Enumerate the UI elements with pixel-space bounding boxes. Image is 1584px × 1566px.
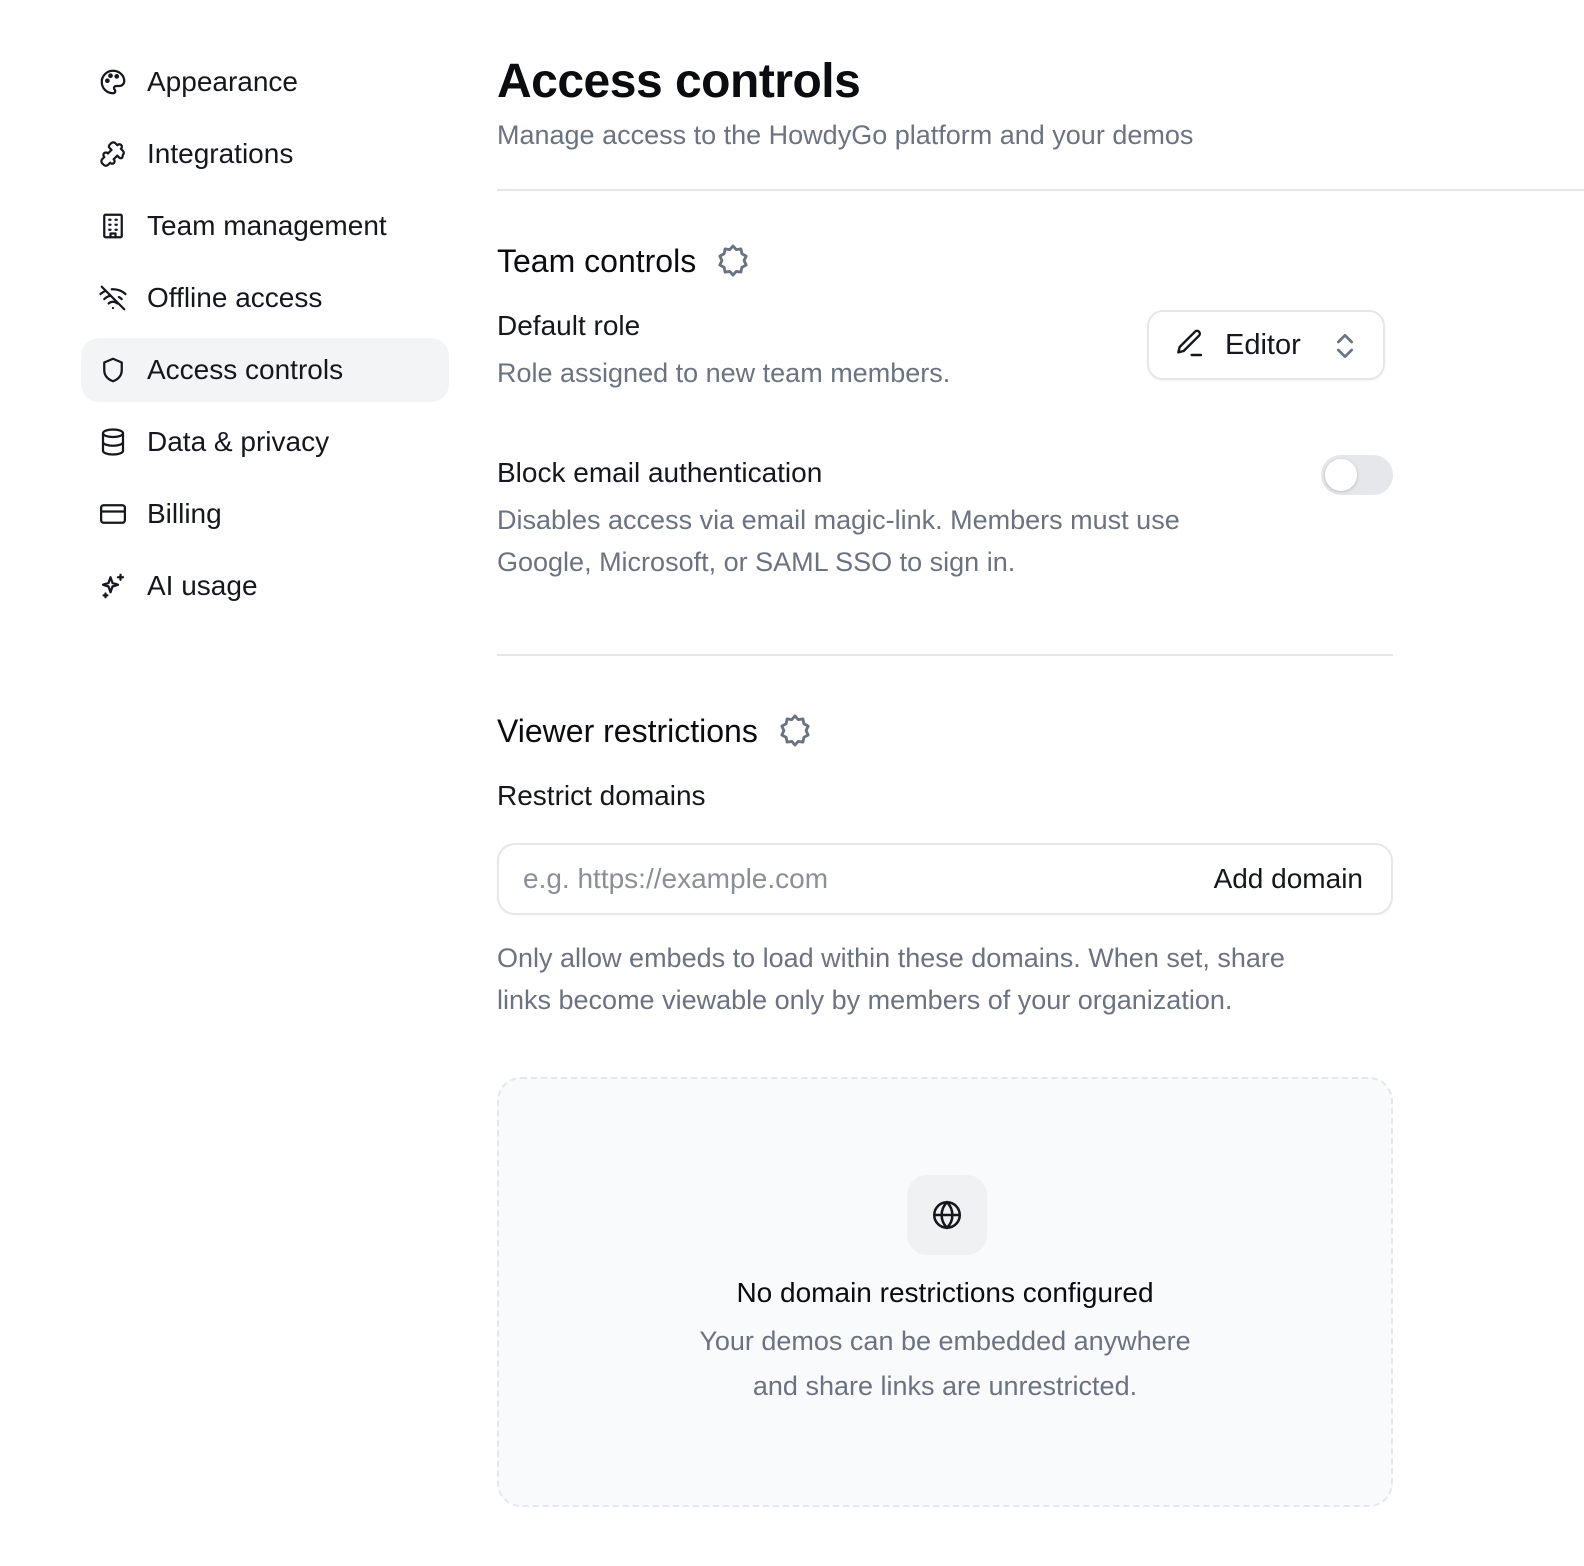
sidebar-item-access-controls[interactable]: Access controls (81, 338, 449, 402)
viewer-restrictions-section: Viewer restrictions (497, 712, 1393, 750)
empty-state-title: No domain restrictions configured (736, 1277, 1154, 1308)
block-email-label: Block email authentication (497, 457, 823, 488)
restrict-domains-help-line2: links become viewable only by members of… (497, 985, 1233, 1015)
sidebar-item-label: Billing (147, 498, 222, 529)
restrict-domains-label-wrap: Restrict domains (497, 780, 1393, 812)
toggle-knob (1325, 459, 1357, 491)
empty-state-line2: and share links are unrestricted. (752, 1371, 1138, 1401)
sidebar-item-appearance[interactable]: Appearance (81, 50, 449, 114)
sidebar-item-data-privacy[interactable]: Data & privacy (81, 410, 449, 474)
section-title-text: Viewer restrictions (497, 712, 758, 749)
section-title-team-controls: Team controls (497, 242, 1393, 280)
palette-icon (97, 66, 129, 98)
section-title-text: Team controls (497, 242, 697, 279)
sparkles-icon (97, 570, 129, 602)
puzzle-icon (97, 138, 129, 170)
page-title: Access controls (497, 55, 861, 108)
domain-input-group: Add domain (497, 843, 1393, 915)
globe-icon (907, 1175, 987, 1255)
block-email-description: Disables access via email magic-link. Me… (497, 499, 1393, 583)
default-role-value: Editor (1225, 328, 1301, 361)
credit-card-icon (97, 498, 129, 530)
wifi-off-icon (97, 282, 129, 314)
empty-state-line1: Your demos can be embedded anywhere (699, 1326, 1191, 1356)
section-title-viewer-restrictions: Viewer restrictions (497, 712, 1393, 750)
shield-icon (97, 354, 129, 386)
sidebar-item-offline-access[interactable]: Offline access (81, 266, 449, 330)
domain-input[interactable] (523, 859, 1143, 899)
sidebar-item-label: Team management (147, 210, 387, 241)
sidebar-item-label: Appearance (147, 66, 299, 97)
empty-state-description: Your demos can be embedded anywhere and … (499, 1319, 1391, 1409)
block-email-description-line2: Google, Microsoft, or SAML SSO to sign i… (497, 547, 1016, 577)
sidebar-item-label: Integrations (147, 138, 294, 169)
sidebar-item-label: Offline access (147, 282, 323, 313)
badge-icon (780, 714, 810, 747)
sidebar-item-ai-usage[interactable]: AI usage (81, 554, 449, 618)
restrict-domains-label: Restrict domains (497, 780, 706, 811)
sidebar-item-billing[interactable]: Billing (81, 482, 449, 546)
database-icon (97, 426, 129, 458)
section-divider (497, 654, 1393, 656)
chevron-up-down-icon (1333, 330, 1357, 367)
header-divider (497, 189, 1584, 191)
restrict-domains-help: Only allow embeds to load within these d… (497, 937, 1393, 1021)
sidebar-item-label: AI usage (147, 570, 258, 601)
block-email-row: Block email authentication Disables acce… (497, 455, 1393, 583)
sidebar-item-label: Data & privacy (147, 426, 330, 457)
sidebar-item-team-management[interactable]: Team management (81, 194, 449, 258)
block-email-toggle[interactable] (1321, 455, 1393, 495)
sidebar-item-label: Access controls (147, 354, 344, 385)
settings-sidebar: Appearance Integrations Team management … (81, 50, 449, 626)
restrict-domains-help-line1: Only allow embeds to load within these d… (497, 943, 1285, 973)
pen-icon (1173, 327, 1205, 364)
building-icon (97, 210, 129, 242)
page-subtitle: Manage access to the HowdyGo platform an… (497, 120, 1194, 150)
block-email-description-line1: Disables access via email magic-link. Me… (497, 505, 1180, 535)
add-domain-button[interactable]: Add domain (1214, 845, 1363, 913)
default-role-row: Default role Role assigned to new team m… (497, 310, 1393, 394)
default-role-select[interactable]: Editor (1147, 310, 1385, 380)
main-content: Access controls Manage access to the How… (497, 52, 1584, 1507)
empty-state: No domain restrictions configured Your d… (497, 1077, 1393, 1507)
sidebar-item-integrations[interactable]: Integrations (81, 122, 449, 186)
badge-icon (718, 244, 748, 277)
team-controls-section: Team controls (497, 242, 1393, 280)
